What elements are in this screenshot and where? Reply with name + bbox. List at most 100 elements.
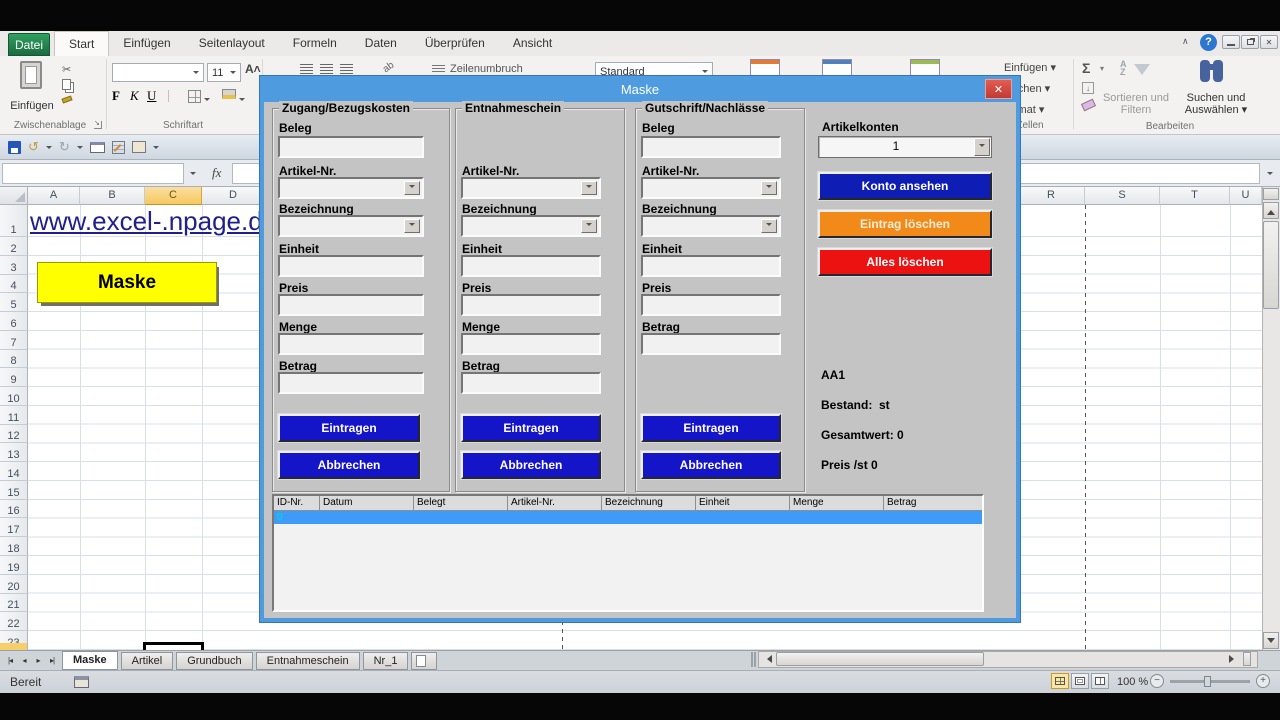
abbrechen-button[interactable]: Abbrechen (461, 451, 601, 479)
row-header[interactable]: 18 (0, 537, 28, 556)
sheet-tab-artikel[interactable]: Artikel (121, 652, 174, 670)
qat-macro-icon[interactable] (132, 141, 146, 153)
artikelnr-combo[interactable] (461, 177, 601, 199)
close-window-icon[interactable]: ✕ (1260, 35, 1278, 49)
wrap-text-label[interactable]: Zeilenumbruch (450, 63, 523, 75)
restore-icon[interactable] (1241, 35, 1259, 49)
italic-button[interactable]: K (130, 88, 139, 104)
col-menge[interactable]: Menge (790, 496, 884, 511)
active-cell-c24[interactable] (143, 642, 204, 650)
tab-ansicht[interactable]: Ansicht (499, 31, 566, 56)
underline-button[interactable]: U (147, 88, 156, 104)
find-select-icon[interactable] (1198, 58, 1228, 88)
fill-color-dropdown-icon[interactable] (239, 98, 245, 104)
scroll-left-icon[interactable] (760, 652, 774, 667)
tab-datei[interactable]: Datei (8, 33, 50, 56)
tab-ueberpruefen[interactable]: Überprüfen (411, 31, 499, 56)
name-box-dropdown-icon[interactable] (185, 163, 200, 184)
column-header-t[interactable]: T (1160, 187, 1230, 205)
tab-formeln[interactable]: Formeln (279, 31, 351, 56)
row-header[interactable]: 6 (0, 312, 28, 331)
betrag-input[interactable] (641, 333, 781, 355)
qat-preview-icon[interactable] (90, 142, 105, 153)
column-header-d[interactable]: D (202, 187, 265, 205)
hyperlink-cell[interactable]: www.excel-.npage.de (30, 206, 277, 237)
conditional-formatting-icon[interactable] (750, 59, 780, 76)
view-page-break-icon[interactable] (1091, 673, 1109, 689)
font-name-select[interactable] (112, 63, 204, 82)
sort-filter-icon[interactable]: AZ (1120, 60, 1152, 90)
cut-icon[interactable]: ✂ (62, 63, 71, 76)
row-header[interactable]: 17 (0, 518, 28, 537)
fx-icon[interactable]: fx (212, 165, 221, 181)
row-header[interactable]: 8 (0, 350, 28, 369)
align-middle-icon[interactable] (320, 64, 333, 74)
preis-input[interactable] (641, 294, 781, 316)
clipboard-dialog-launcher-icon[interactable]: ↘ (94, 121, 102, 129)
sheet-tab-maske[interactable]: Maske (62, 651, 118, 670)
artikelkonten-combo[interactable]: 1 (818, 136, 992, 158)
tab-daten[interactable]: Daten (351, 31, 411, 56)
row-header[interactable]: 13 (0, 443, 28, 462)
artikelnr-combo[interactable] (278, 177, 424, 199)
bold-button[interactable]: F (112, 88, 120, 104)
row-header[interactable]: 7 (0, 331, 28, 350)
bezeichnung-combo[interactable] (641, 215, 781, 237)
combo-dropdown-icon[interactable] (404, 181, 420, 195)
betrag-input[interactable] (461, 372, 601, 394)
combo-dropdown-icon[interactable] (581, 181, 597, 195)
autosum-icon[interactable]: Σ (1082, 60, 1090, 76)
preis-input[interactable] (278, 294, 424, 316)
maske-sheet-button[interactable]: Maske (37, 262, 217, 303)
scroll-right-icon[interactable] (1226, 652, 1240, 667)
column-header-c[interactable]: C (145, 187, 202, 205)
horizontal-scroll-thumb[interactable] (776, 652, 984, 666)
col-betrag[interactable]: Betrag (884, 496, 982, 511)
first-sheet-icon[interactable]: |◂ (3, 653, 17, 668)
abbrechen-button[interactable]: Abbrechen (641, 451, 781, 479)
sheet-tab-entnahmeschein[interactable]: Entnahmeschein (256, 652, 360, 670)
row-header[interactable]: 12 (0, 425, 28, 444)
scrollbar-resize-grip[interactable] (1243, 652, 1251, 666)
row-header[interactable]: 22 (0, 612, 28, 631)
column-header-s[interactable]: S (1085, 187, 1160, 205)
tab-start[interactable]: Start (54, 31, 109, 56)
row-header[interactable]: 19 (0, 556, 28, 575)
combo-dropdown-icon[interactable] (974, 138, 990, 156)
redo-dropdown-icon[interactable] (77, 146, 83, 152)
autosum-dropdown-icon[interactable]: ▾ (1100, 64, 1104, 73)
undo-icon[interactable]: ↺ (28, 139, 39, 155)
bezeichnung-combo[interactable] (278, 215, 424, 237)
insert-sheet-icon[interactable] (411, 652, 437, 670)
fill-icon[interactable]: ↓ (1082, 82, 1094, 94)
row-header-24-selected[interactable] (0, 643, 28, 650)
betrag-input[interactable] (278, 372, 424, 394)
beleg-input[interactable] (641, 136, 781, 158)
beleg-input[interactable] (278, 136, 424, 158)
column-header-b[interactable]: B (80, 187, 145, 205)
borders-dropdown-icon[interactable] (204, 98, 210, 104)
vertical-scroll-thumb[interactable] (1263, 221, 1279, 309)
minimize-icon[interactable] (1222, 35, 1240, 49)
redo-icon[interactable]: ↻ (59, 139, 70, 155)
format-as-table-icon[interactable] (822, 59, 852, 76)
eintragen-button[interactable]: Eintragen (278, 414, 420, 442)
row-header[interactable]: 3 (0, 256, 28, 275)
eintragen-button[interactable]: Eintragen (641, 414, 781, 442)
last-sheet-icon[interactable]: ▸| (45, 653, 59, 668)
column-header-a[interactable]: A (28, 187, 80, 205)
view-page-layout-icon[interactable] (1071, 673, 1089, 689)
paste-label[interactable]: Einfügen (6, 100, 58, 112)
col-datum[interactable]: Datum (320, 496, 414, 511)
combo-dropdown-icon[interactable] (761, 219, 777, 233)
sort-filter-label[interactable]: Sortieren und Filtern (1098, 92, 1174, 116)
view-normal-icon[interactable] (1051, 673, 1069, 689)
zoom-in-icon[interactable]: + (1256, 674, 1270, 688)
row-header[interactable]: 1 (0, 205, 28, 237)
dialog-close-icon[interactable]: ✕ (985, 79, 1012, 99)
find-select-label[interactable]: Suchen und Auswählen ▾ (1178, 92, 1254, 116)
grow-font-icon[interactable]: A˄ (245, 62, 261, 76)
row-header[interactable]: 4 (0, 275, 28, 294)
column-header-r[interactable]: R (1018, 187, 1085, 205)
save-icon[interactable] (8, 141, 21, 154)
